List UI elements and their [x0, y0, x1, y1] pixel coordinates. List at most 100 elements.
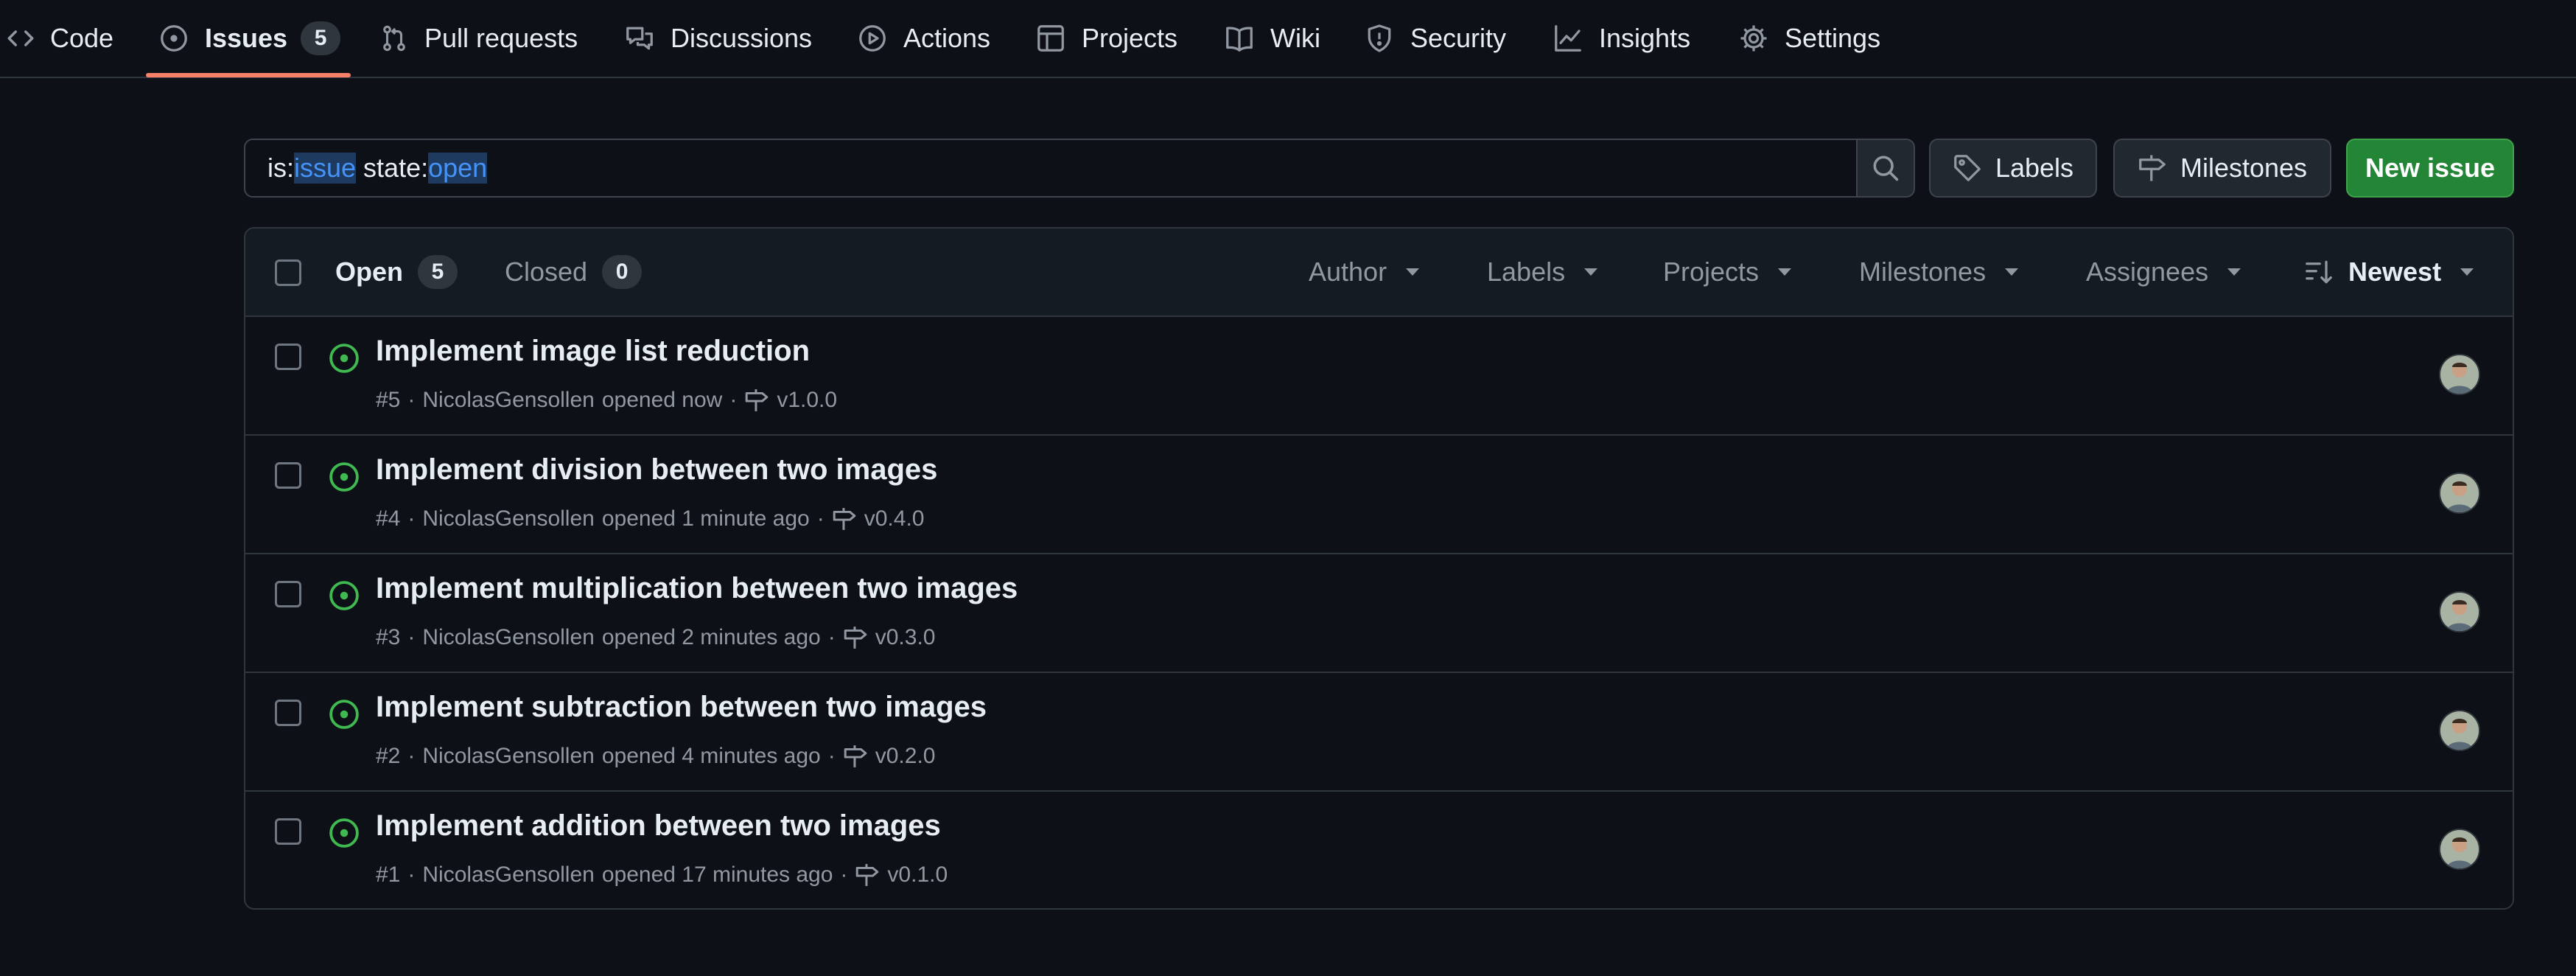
issue-meta: #4 · NicolasGensollen opened 1 minute ago… [376, 506, 925, 531]
sort-desc-icon [2304, 257, 2334, 287]
issue-author-link[interactable]: NicolasGensollen [422, 862, 594, 888]
tab-settings[interactable]: Settings [1739, 0, 1880, 77]
issues-count-badge: 5 [301, 21, 341, 55]
issue-milestone-link[interactable]: v0.1.0 [887, 862, 948, 888]
book-icon [1225, 24, 1254, 53]
labels-button[interactable]: Labels [1929, 139, 2097, 198]
search-icon [1872, 154, 1900, 182]
tab-wiki[interactable]: Wiki [1225, 0, 1320, 77]
assignee-avatar[interactable] [2440, 355, 2479, 394]
tab-code[interactable]: Code [7, 0, 113, 77]
issue-opened-time: opened 2 minutes ago [601, 625, 821, 649]
issue-author-link[interactable]: NicolasGensollen [422, 625, 594, 650]
issue-meta: #1 · NicolasGensollen opened 17 minutes a… [376, 862, 948, 888]
chevron-down-icon [2460, 268, 2474, 276]
assignees-filter-label: Assignees [2086, 257, 2209, 287]
issue-checkbox[interactable] [275, 818, 301, 845]
assignees-filter[interactable]: Assignees [2086, 229, 2241, 316]
issue-opened-icon [328, 579, 360, 612]
issue-title-link[interactable]: Implement multiplication between two ima… [376, 572, 1018, 605]
issue-milestone-link[interactable]: v1.0.0 [777, 388, 837, 413]
issue-opened-icon [328, 342, 360, 374]
issue-checkbox[interactable] [275, 581, 301, 607]
issue-opened-time: opened 4 minutes ago [601, 744, 821, 768]
tab-security[interactable]: Security [1365, 0, 1506, 77]
milestones-filter[interactable]: Milestones [1859, 229, 2019, 316]
tab-projects[interactable]: Projects [1036, 0, 1177, 77]
projects-filter[interactable]: Projects [1663, 229, 1792, 316]
open-issues-tab[interactable]: Open 5 [335, 229, 458, 316]
tab-insights-label: Insights [1599, 23, 1691, 53]
issue-row[interactable]: Implement division between two images #4… [245, 436, 2513, 554]
issue-title-link[interactable]: Implement subtraction between two images [376, 691, 987, 724]
assignee-avatar[interactable] [2440, 830, 2479, 868]
issue-opened-icon [328, 817, 360, 849]
search-button[interactable] [1856, 139, 1915, 198]
tab-actions[interactable]: Actions [858, 0, 990, 77]
milestones-filter-label: Milestones [1859, 257, 1987, 287]
assignee-avatar[interactable] [2440, 474, 2479, 512]
tab-issues[interactable]: Issues 5 [159, 0, 341, 77]
sort-label: Newest [2348, 257, 2442, 287]
tab-insights[interactable]: Insights [1553, 0, 1690, 77]
milestones-button-label: Milestones [2180, 153, 2308, 183]
issue-row[interactable]: Implement image list reduction #5 · Nicol… [245, 317, 2513, 436]
issue-checkbox[interactable] [275, 700, 301, 726]
assignee-avatar[interactable] [2440, 593, 2479, 631]
tab-discussions[interactable]: Discussions [625, 0, 812, 77]
new-issue-button[interactable]: New issue [2346, 139, 2514, 198]
issue-checkbox[interactable] [275, 462, 301, 489]
shield-icon [1365, 24, 1394, 53]
chevron-down-icon [1406, 268, 1420, 276]
issue-opened-icon [328, 461, 360, 493]
tab-security-label: Security [1410, 23, 1507, 53]
chevron-down-icon [1584, 268, 1598, 276]
issue-author-link[interactable]: NicolasGensollen [422, 506, 594, 531]
search-query-prefix-is: is: [267, 153, 294, 183]
author-filter-label: Author [1309, 257, 1387, 287]
issue-milestone-link[interactable]: v0.2.0 [875, 744, 936, 769]
issue-number: #4 [376, 506, 401, 531]
issue-number: #3 [376, 625, 401, 649]
issue-title-link[interactable]: Implement image list reduction [376, 335, 810, 368]
table-icon [1036, 24, 1065, 53]
issue-meta: #5 · NicolasGensollen opened now · v1.0.0 [376, 388, 838, 413]
issue-number: #5 [376, 388, 401, 412]
labels-filter[interactable]: Labels [1487, 229, 1598, 316]
issue-number: #1 [376, 862, 401, 887]
closed-issues-count: 0 [602, 255, 643, 289]
milestone-icon [2138, 153, 2167, 183]
issue-opened-icon [328, 698, 360, 731]
issue-milestone-link[interactable]: v0.4.0 [864, 506, 925, 531]
issue-row[interactable]: Implement addition between two images #1… [245, 792, 2513, 908]
milestone-icon [843, 625, 868, 650]
tab-issues-label: Issues [205, 23, 288, 53]
issue-author-link[interactable]: NicolasGensollen [422, 744, 594, 769]
play-icon [858, 24, 887, 53]
issue-title-link[interactable]: Implement division between two images [376, 453, 937, 487]
issue-opened-time: opened 17 minutes ago [601, 862, 833, 887]
comment-discussion-icon [625, 24, 654, 53]
chevron-down-icon [2227, 268, 2241, 276]
closed-issues-tab[interactable]: Closed 0 [505, 229, 643, 316]
active-tab-underline [146, 73, 351, 77]
select-all-checkbox[interactable] [275, 259, 301, 286]
issue-checkbox[interactable] [275, 344, 301, 370]
assignee-avatar[interactable] [2440, 711, 2479, 750]
milestone-icon [843, 744, 868, 769]
open-issues-label: Open [335, 257, 404, 287]
issues-search-input[interactable]: is: issue state: open [244, 139, 1858, 198]
issue-number: #2 [376, 744, 401, 768]
tab-pull-requests[interactable]: Pull requests [380, 0, 578, 77]
issue-row[interactable]: Implement subtraction between two images… [245, 673, 2513, 792]
repo-navigation: Code Issues 5 Pull requests Discussions … [0, 0, 2576, 78]
labels-filter-label: Labels [1487, 257, 1566, 287]
sort-dropdown[interactable]: Newest [2304, 229, 2474, 316]
issue-author-link[interactable]: NicolasGensollen [422, 388, 594, 413]
author-filter[interactable]: Author [1309, 229, 1420, 316]
tab-discussions-label: Discussions [671, 23, 813, 53]
issue-row[interactable]: Implement multiplication between two ima… [245, 554, 2513, 673]
issue-title-link[interactable]: Implement addition between two images [376, 809, 941, 843]
milestones-button[interactable]: Milestones [2113, 139, 2331, 198]
issue-milestone-link[interactable]: v0.3.0 [875, 625, 936, 650]
